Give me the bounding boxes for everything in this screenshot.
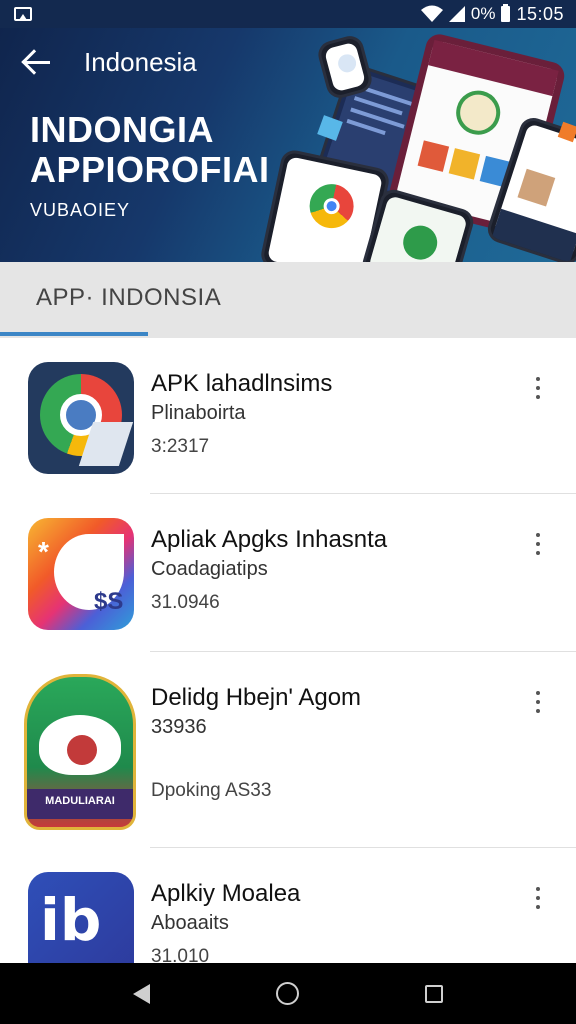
- chrome-like-icon: [28, 362, 134, 474]
- app-name: Aplkiy Moalea: [151, 880, 301, 907]
- android-badge-icon: MADULIARAI: [24, 674, 136, 830]
- signal-icon: [448, 6, 465, 22]
- list-item[interactable]: ib Aplkiy Moalea Aboaaits 31.010: [0, 848, 576, 963]
- image-notification-icon: [14, 7, 32, 21]
- banner-heading-line-2: APPIOROFIAI: [30, 149, 270, 190]
- more-vert-icon[interactable]: [530, 376, 546, 402]
- app-meta: 31.0946: [151, 592, 220, 613]
- icon-text: MADULIARAI: [45, 795, 115, 807]
- app-meta: 31.010: [151, 946, 210, 963]
- tab-indicator: [0, 332, 148, 336]
- banner-heading: INDONGIA APPIOROFIAI: [30, 110, 300, 190]
- blue-ib-icon: ib: [28, 872, 134, 963]
- banner-subheading: VUBAOIEY: [30, 200, 131, 220]
- app-name: Delidg Hbejn' Agom: [151, 684, 362, 711]
- nav-home-icon[interactable]: [276, 982, 299, 1005]
- page-title: Indonesia: [84, 46, 197, 77]
- nav-recents-icon[interactable]: [425, 984, 443, 1003]
- list-item[interactable]: * $S Apliak Apgks Inhasnta Coadagiatips …: [0, 494, 576, 652]
- app-subtitle: Coadagiatips: [151, 558, 268, 580]
- battery-icon: [501, 4, 511, 22]
- back-arrow-icon[interactable]: [22, 47, 52, 77]
- more-vert-icon[interactable]: [530, 532, 546, 558]
- app-meta: Dpoking AS33: [151, 780, 272, 801]
- more-vert-icon[interactable]: [530, 886, 546, 912]
- hero-banner: Indonesia INDONGIA APPIOROFIAI VUBAOIEY: [0, 28, 576, 262]
- list-item[interactable]: MADULIARAI Delidg Hbejn' Agom 33936 Dpok…: [0, 652, 576, 848]
- list-item[interactable]: APK lahadlnsims Plinaboirta 3:2317: [0, 338, 576, 494]
- tab-app-indonesia[interactable]: APP· INDONSIA: [36, 284, 221, 312]
- tab-bar: APP· INDONSIA: [0, 262, 576, 338]
- system-navigation-bar: [0, 963, 576, 1024]
- app-name: APK lahadlnsims: [151, 370, 333, 397]
- wifi-icon: [420, 5, 443, 22]
- app-subtitle: 33936: [151, 716, 207, 738]
- icon-text: ib: [40, 886, 102, 954]
- app-subtitle: Plinaboirta: [151, 402, 246, 424]
- app-name: Apliak Apgks Inhasnta: [151, 526, 388, 553]
- clock: 15:05: [516, 3, 564, 24]
- colorful-dollar-icon: * $S: [28, 518, 134, 630]
- banner-heading-line-1: INDONGIA: [30, 109, 214, 150]
- nav-back-icon[interactable]: [133, 983, 150, 1004]
- app-meta: 3:2317: [151, 436, 210, 457]
- status-bar: 0% 15:05: [0, 0, 576, 28]
- app-bar: Indonesia: [0, 28, 576, 96]
- more-vert-icon[interactable]: [530, 690, 546, 716]
- app-subtitle: Aboaaits: [151, 912, 229, 934]
- battery-percent: 0%: [470, 4, 496, 23]
